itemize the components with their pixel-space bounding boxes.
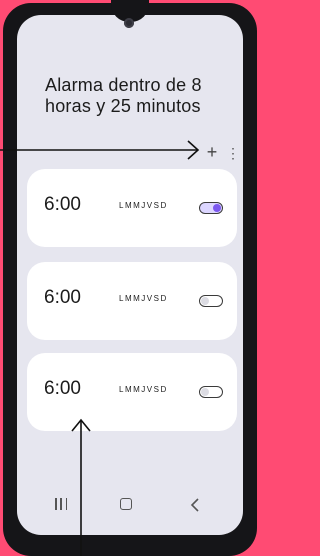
arrow-to-alarm-toggle	[71, 418, 91, 556]
arrow-to-add-button	[0, 140, 200, 160]
annotation-arrows	[0, 140, 200, 556]
